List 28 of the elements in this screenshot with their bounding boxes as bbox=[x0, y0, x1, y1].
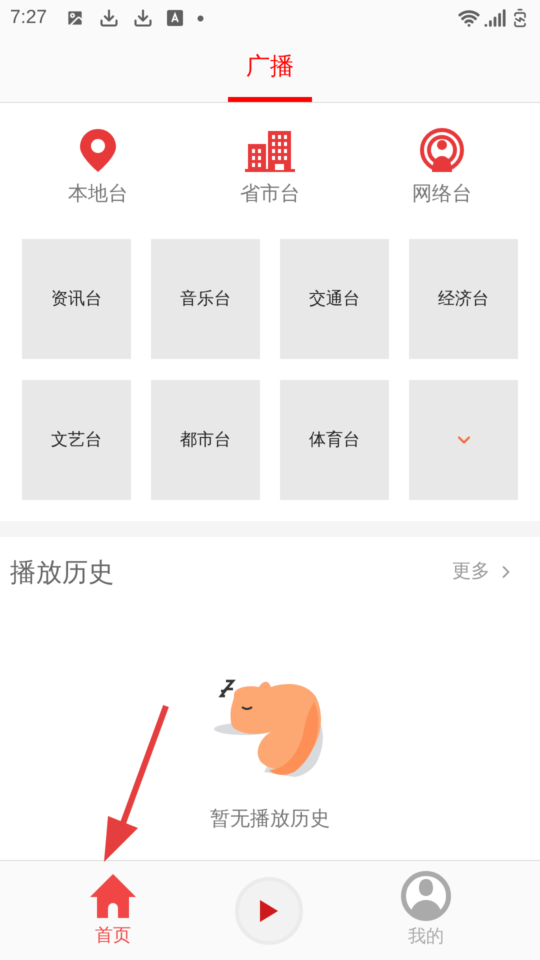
station-tile[interactable]: 资讯台 bbox=[22, 239, 131, 359]
category-button[interactable]: 网络台 bbox=[387, 123, 497, 209]
tab[interactable]: 广播 bbox=[228, 36, 312, 102]
signal-icon bbox=[484, 7, 506, 29]
expand-tile[interactable] bbox=[409, 380, 518, 500]
station-tile[interactable]: 交通台 bbox=[280, 239, 389, 359]
station-tile[interactable]: 经济台 bbox=[409, 239, 518, 359]
category-button[interactable]: 本地台 bbox=[43, 123, 153, 209]
wifi-icon bbox=[458, 7, 480, 29]
station-tile[interactable]: 文艺台 bbox=[22, 380, 131, 500]
section-title: 播放历史 bbox=[10, 556, 114, 588]
play-icon bbox=[260, 900, 278, 922]
download-icon bbox=[132, 8, 153, 28]
category-button[interactable]: 省市台 bbox=[215, 123, 325, 209]
home-icon bbox=[89, 872, 137, 920]
station-tile[interactable]: 都市台 bbox=[151, 380, 260, 500]
empty-message: 暂无播放历史 bbox=[210, 807, 330, 831]
broadcast-icon bbox=[419, 127, 465, 173]
location-pin-icon bbox=[78, 127, 118, 173]
status-time: 7:27 bbox=[10, 6, 47, 30]
station-tile[interactable]: 音乐台 bbox=[151, 239, 260, 359]
station-tile[interactable]: 体育台 bbox=[280, 380, 389, 500]
dot-icon bbox=[196, 14, 204, 22]
user-icon bbox=[401, 871, 451, 921]
download-icon bbox=[98, 8, 119, 28]
nav-tab[interactable]: 首页 bbox=[89, 872, 137, 949]
buildings-icon bbox=[244, 129, 296, 173]
translate-icon bbox=[166, 10, 183, 26]
